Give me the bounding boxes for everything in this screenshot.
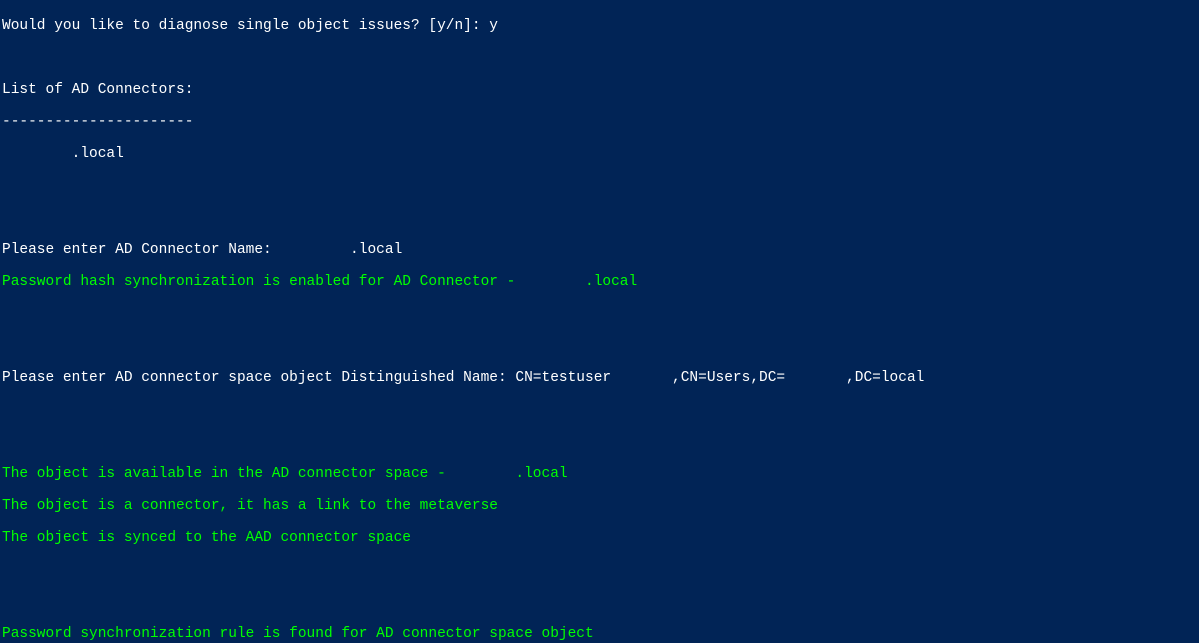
object-connector: The object is a connector, it has a link…	[2, 498, 1197, 514]
object-available: The object is available in the AD connec…	[2, 466, 1197, 482]
phs-enabled-message: Password hash synchronization is enabled…	[2, 274, 1197, 290]
terminal-output: Would you like to diagnose single object…	[0, 0, 1199, 643]
rule-ad-header: Password synchronization rule is found f…	[2, 626, 1197, 642]
connectors-underline: ----------------------	[2, 114, 1197, 130]
enter-dn-prompt: Please enter AD connector space object D…	[2, 370, 1197, 386]
prompt-diagnose: Would you like to diagnose single object…	[2, 18, 1197, 34]
connector-item: .local	[2, 146, 1197, 162]
enter-connector-prompt: Please enter AD Connector Name: .local	[2, 242, 1197, 258]
object-synced: The object is synced to the AAD connecto…	[2, 530, 1197, 546]
connectors-header: List of AD Connectors:	[2, 82, 1197, 98]
